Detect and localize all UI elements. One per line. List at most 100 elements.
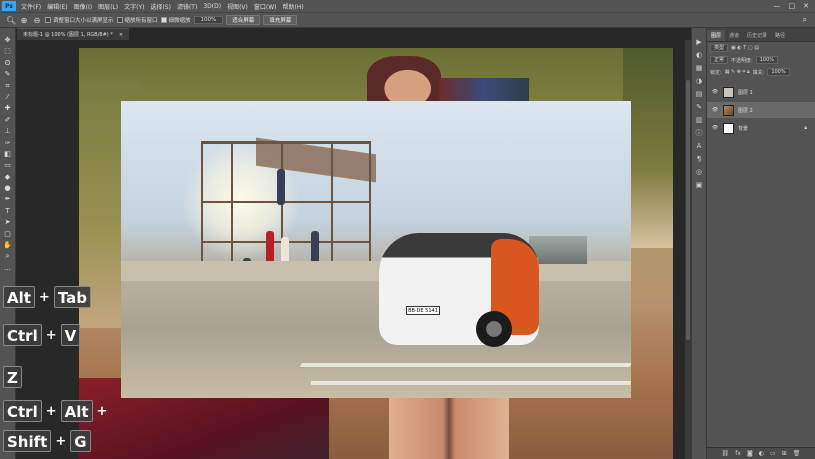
brush-tool-icon[interactable]: ✐ [2, 116, 14, 124]
zoom-all-option[interactable]: 缩放所有窗口 [116, 16, 158, 24]
tab-paths[interactable]: 路径 [771, 30, 789, 41]
menu-window[interactable]: 窗口(W) [251, 2, 280, 11]
menu-edit[interactable]: 编辑(E) [44, 2, 70, 11]
filter-kind-select[interactable]: 类型 [710, 44, 729, 52]
tab-channels[interactable]: 通道 [725, 30, 743, 41]
zoom-tool-icon[interactable]: 🔍︎ [6, 16, 16, 25]
fill-label: 填充: [752, 69, 765, 76]
menu-3d[interactable]: 3D(D) [200, 3, 224, 10]
shortcut-row-ctrl-alt: Ctrl + Alt + [3, 400, 107, 422]
layer-row[interactable]: 👁︎ 背景 🔒︎ [707, 120, 815, 136]
plus-sign: + [45, 327, 57, 343]
menu-bar: Ps 文件(F) 编辑(E) 图像(I) 图层(L) 文字(Y) 选择(S) 滤… [0, 0, 815, 12]
quick-select-tool-icon[interactable]: ✎ [2, 70, 14, 78]
scaffold-pole [231, 141, 233, 281]
tab-layers[interactable]: 图层 [707, 30, 726, 41]
move-tool-icon[interactable]: ✥ [2, 36, 14, 44]
menu-view[interactable]: 视图(V) [224, 2, 251, 11]
gradient-tool-icon[interactable]: ▭ [2, 161, 14, 169]
menu-filter[interactable]: 滤镜(T) [174, 2, 200, 11]
marquee-tool-icon[interactable]: ⬚ [2, 47, 14, 55]
fx-icon[interactable]: fx [735, 450, 741, 457]
lock-label: 锁定: [710, 69, 722, 76]
navigator-icon[interactable]: ◎ [696, 168, 702, 177]
document-tab[interactable]: 未标题-1 @ 100% (图层 1, RGB/8#) * × [17, 28, 130, 40]
type-tool-icon[interactable]: T [2, 207, 14, 215]
blur-tool-icon[interactable]: ◆ [2, 173, 14, 181]
scrubby-zoom-checkbox[interactable] [160, 17, 167, 23]
close-button[interactable]: ✕ [803, 2, 809, 10]
clone-stamp-tool-icon[interactable]: ⊥ [2, 127, 14, 135]
eyedropper-tool-icon[interactable]: ⁄ [2, 93, 14, 101]
panel-icon-strip: ▶ ◐ ▦ ◑ ▤ ✎ ▥ ⓘ A ¶ ◎ ▣ [691, 28, 707, 459]
blend-mode-select[interactable]: 正常 [710, 56, 729, 64]
search-icon[interactable]: ⌕ [803, 15, 807, 25]
resize-windows-checkbox[interactable] [45, 17, 51, 23]
fill-screen-button[interactable]: 填充屏幕 [263, 15, 298, 25]
lasso-tool-icon[interactable]: ʘ [2, 59, 14, 67]
opacity-field[interactable]: 100% [755, 56, 778, 64]
zoom-value-field[interactable]: 100% [193, 16, 224, 24]
libraries-icon[interactable]: ▣ [696, 181, 703, 190]
adjustments-icon[interactable]: ◑ [696, 77, 702, 86]
adjustment-layer-icon[interactable]: ◐ [759, 450, 764, 457]
scrubby-zoom-option[interactable]: 细微缩放 [160, 16, 191, 24]
brush-panel-icon[interactable]: ✎ [696, 103, 702, 112]
tab-history[interactable]: 历史记录 [743, 30, 771, 41]
crop-tool-icon[interactable]: ⌗ [2, 82, 14, 90]
zoom-in-icon[interactable]: ⊕ [19, 16, 29, 25]
menu-layer[interactable]: 图层(L) [95, 2, 121, 11]
more-tools-icon[interactable]: … [2, 264, 14, 272]
eraser-tool-icon[interactable]: ◧ [2, 150, 14, 158]
layer-row-selected[interactable]: 👁︎ 图层 2 [707, 102, 815, 118]
delete-layer-icon[interactable]: 🗑︎ [793, 450, 801, 457]
properties-icon[interactable]: ▥ [696, 116, 703, 125]
hand-tool-icon[interactable]: ✋ [2, 241, 14, 249]
minimize-button[interactable]: — [774, 2, 781, 10]
layer-name: 图层 1 [738, 89, 753, 96]
menu-help[interactable]: 帮助(H) [280, 2, 307, 11]
fill-field[interactable]: 100% [767, 68, 790, 76]
paragraph-icon[interactable]: ¶ [697, 155, 701, 164]
pasted-car-photo-layer[interactable]: BB·DE 5141 [121, 101, 631, 398]
dodge-tool-icon[interactable]: ● [2, 184, 14, 192]
healing-brush-tool-icon[interactable]: ✚ [2, 104, 14, 112]
scrollbar-thumb[interactable] [686, 80, 690, 340]
woman-legs [389, 398, 509, 459]
menu-file[interactable]: 文件(F) [18, 2, 44, 11]
document-close-icon[interactable]: × [119, 32, 123, 38]
resize-windows-option[interactable]: 调整窗口大小以满屏显示 [45, 16, 114, 24]
new-layer-icon[interactable]: ⊞ [782, 450, 787, 457]
license-plate: BB·DE 5141 [406, 306, 440, 315]
play-icon[interactable]: ▶ [696, 38, 701, 47]
menu-select[interactable]: 选择(S) [147, 2, 174, 11]
menu-image[interactable]: 图像(I) [71, 2, 95, 11]
visibility-eye-icon[interactable]: 👁︎ [711, 89, 719, 95]
history-brush-tool-icon[interactable]: ✑ [2, 139, 14, 147]
lock-icons[interactable]: ▦ ✎ ✥ ⌗ 🔒︎ [725, 69, 750, 75]
group-icon[interactable]: ▭ [770, 450, 776, 457]
fit-screen-button[interactable]: 适合屏幕 [226, 15, 261, 25]
visibility-eye-icon[interactable]: 👁︎ [711, 107, 719, 113]
pen-tool-icon[interactable]: ✒ [2, 195, 14, 203]
zoom-out-icon[interactable]: ⊖ [32, 16, 42, 25]
link-layers-icon[interactable]: ⛓ [722, 450, 730, 457]
maximize-button[interactable]: □ [789, 2, 796, 10]
zoom-tool-side-icon[interactable]: ⌕ [2, 252, 14, 260]
info-icon[interactable]: ⓘ [696, 129, 703, 138]
layers-bottom-bar: ⛓ fx ◙ ◐ ▭ ⊞ 🗑︎ [707, 447, 815, 459]
path-select-tool-icon[interactable]: ➤ [2, 218, 14, 226]
scrubby-zoom-label: 细微缩放 [168, 18, 191, 24]
swatches-icon[interactable]: ▦ [696, 64, 703, 73]
visibility-eye-icon[interactable]: 👁︎ [711, 125, 719, 131]
filter-icons[interactable]: ▣ ◐ T ▢ ▤ [731, 45, 759, 51]
mask-icon[interactable]: ◙ [747, 450, 753, 457]
character-icon[interactable]: A [697, 142, 702, 151]
zoom-all-checkbox[interactable] [116, 17, 123, 23]
shape-tool-icon[interactable]: ▢ [2, 230, 14, 238]
layer-row[interactable]: 👁︎ 图层 1 [707, 84, 815, 100]
color-icon[interactable]: ◐ [696, 51, 702, 60]
menu-type[interactable]: 文字(Y) [121, 2, 147, 11]
plus-sign: + [45, 403, 57, 419]
styles-icon[interactable]: ▤ [696, 90, 703, 99]
